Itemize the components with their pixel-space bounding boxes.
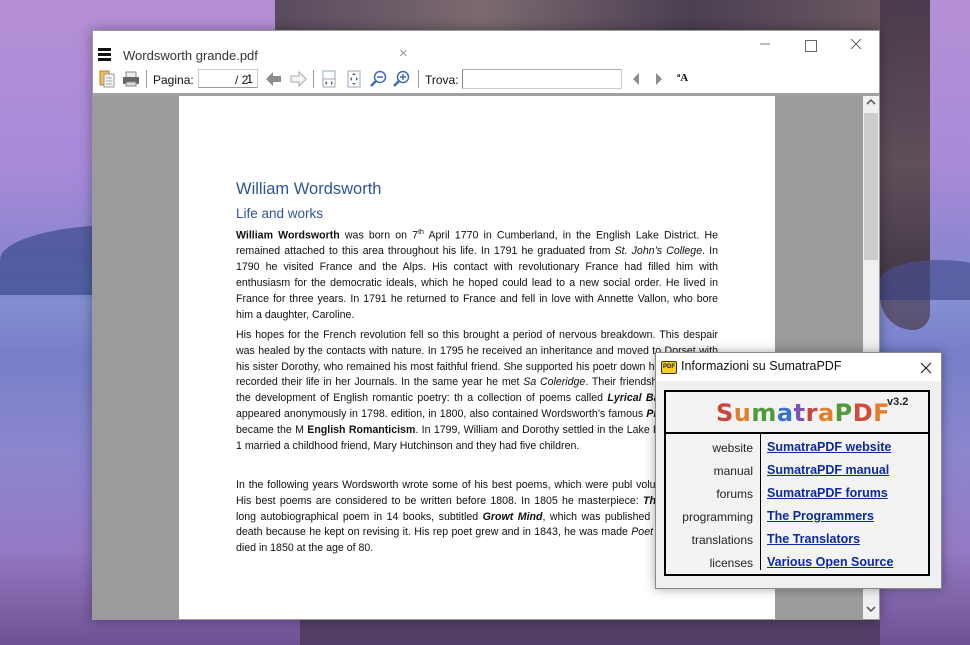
logo-row: SumatraPDF v3.2 — [666, 392, 928, 434]
sumatrapdf-app-icon: PDF — [661, 361, 677, 374]
italic-text: Sa Coleridge — [523, 376, 586, 389]
tab-close-button[interactable]: × — [399, 45, 408, 62]
close-icon — [850, 38, 862, 50]
about-dialog: PDF Informazioni su SumatraPDF SumatraPD… — [655, 352, 942, 589]
find-previous-icon[interactable] — [630, 70, 642, 88]
link-row-website: website SumatraPDF website — [666, 438, 928, 461]
dialog-close-button[interactable] — [919, 356, 933, 380]
links-table: website SumatraPDF website manual Sumatr… — [666, 438, 928, 576]
forums-link[interactable]: SumatraPDF forums — [767, 486, 888, 500]
logo-letter: t — [793, 399, 806, 427]
link-row-programming: programming The Programmers — [666, 507, 928, 530]
hamburger-menu-icon[interactable] — [98, 48, 111, 61]
website-link[interactable]: SumatraPDF website — [767, 440, 891, 454]
document-tab-title[interactable]: Wordsworth grande.pdf — [123, 48, 258, 63]
find-input[interactable] — [462, 69, 622, 89]
logo-letter: D — [852, 399, 874, 427]
close-icon — [920, 362, 932, 374]
dialog-title: Informazioni su SumatraPDF — [681, 359, 842, 373]
bold-italic-text: Growt Mind — [482, 510, 543, 523]
manual-link[interactable]: SumatraPDF manual — [767, 463, 889, 477]
scroll-up-button[interactable] — [863, 96, 879, 112]
dialog-title-bar: PDF Informazioni su SumatraPDF — [656, 353, 941, 381]
match-case-icon[interactable]: ªA — [677, 72, 688, 84]
link-key: programming — [682, 510, 753, 524]
logo-letter: a — [776, 399, 794, 427]
link-key: forums — [716, 487, 753, 501]
previous-page-icon[interactable] — [265, 70, 283, 88]
about-content: SumatraPDF v3.2 website SumatraPDF websi… — [664, 390, 930, 576]
page-total: / 2 — [235, 73, 249, 87]
fit-width-icon[interactable] — [346, 70, 362, 88]
link-key: website — [712, 441, 753, 455]
page-number-input[interactable]: 1 — [198, 69, 258, 88]
zoom-in-icon[interactable] — [393, 70, 411, 88]
open-file-icon[interactable] — [99, 70, 115, 88]
bold-text: William Wordsworth — [236, 229, 340, 242]
chevron-down-icon — [866, 606, 876, 613]
link-row-forums: forums SumatraPDF forums — [666, 484, 928, 507]
toolbar-separator — [146, 70, 147, 88]
logo-letter: P — [834, 399, 853, 427]
toolbar: Pagina: 1 / 2 Trova: ªA — [93, 65, 879, 96]
zoom-out-icon[interactable] — [370, 70, 388, 88]
logo-letter: S — [716, 399, 734, 427]
scroll-down-button[interactable] — [863, 603, 879, 619]
logo-letter: u — [733, 399, 752, 427]
version-label: v3.2 — [887, 396, 909, 408]
logo-letter: r — [805, 399, 818, 427]
paragraph: William Wordsworth was born on 7th April… — [236, 225, 718, 323]
bold-text: English Romanticism — [307, 423, 416, 436]
page-label: Pagina: — [153, 73, 194, 87]
chevron-up-icon — [866, 98, 876, 105]
window-close-button[interactable] — [834, 35, 878, 57]
logo-letter: a — [817, 399, 835, 427]
title-bar: Wordsworth grande.pdf × — [93, 31, 879, 65]
link-key: licenses — [709, 556, 753, 570]
paragraph: His hopes for the French revolution fell… — [236, 328, 718, 454]
desktop-wallpaper-shadow — [300, 620, 880, 645]
maximize-button[interactable] — [789, 35, 833, 57]
programmers-link[interactable]: The Programmers — [767, 509, 874, 523]
minimize-icon — [760, 43, 770, 45]
text: was born on 7 — [339, 229, 419, 242]
find-label: Trova: — [425, 73, 459, 87]
fit-page-icon[interactable] — [321, 70, 337, 88]
link-key: translations — [691, 533, 753, 547]
next-page-icon[interactable] — [289, 70, 307, 88]
minimize-button[interactable] — [743, 35, 787, 57]
paragraph: In the following years Wordsworth wrote … — [236, 478, 718, 557]
link-row-translations: translations The Translators — [666, 530, 928, 553]
document-title: William Wordsworth — [236, 180, 382, 198]
desktop-wallpaper-mountain — [880, 260, 970, 300]
toolbar-separator — [418, 70, 419, 88]
document-subtitle: Life and works — [236, 206, 324, 221]
licenses-link[interactable]: Various Open Source — [767, 555, 893, 569]
translators-link[interactable]: The Translators — [767, 532, 860, 546]
link-key: manual — [713, 464, 753, 478]
toolbar-separator — [313, 70, 314, 88]
print-icon[interactable] — [122, 70, 140, 88]
sumatrapdf-logo: SumatraPDF — [716, 399, 890, 427]
link-row-licenses: licenses Various Open Source — [666, 553, 928, 576]
maximize-icon — [805, 40, 817, 52]
italic-text: St. John’s College — [614, 245, 703, 258]
find-next-icon[interactable] — [653, 70, 665, 88]
logo-letter: m — [751, 399, 777, 427]
link-row-manual: manual SumatraPDF manual — [666, 461, 928, 484]
scrollbar-thumb[interactable] — [864, 113, 878, 260]
